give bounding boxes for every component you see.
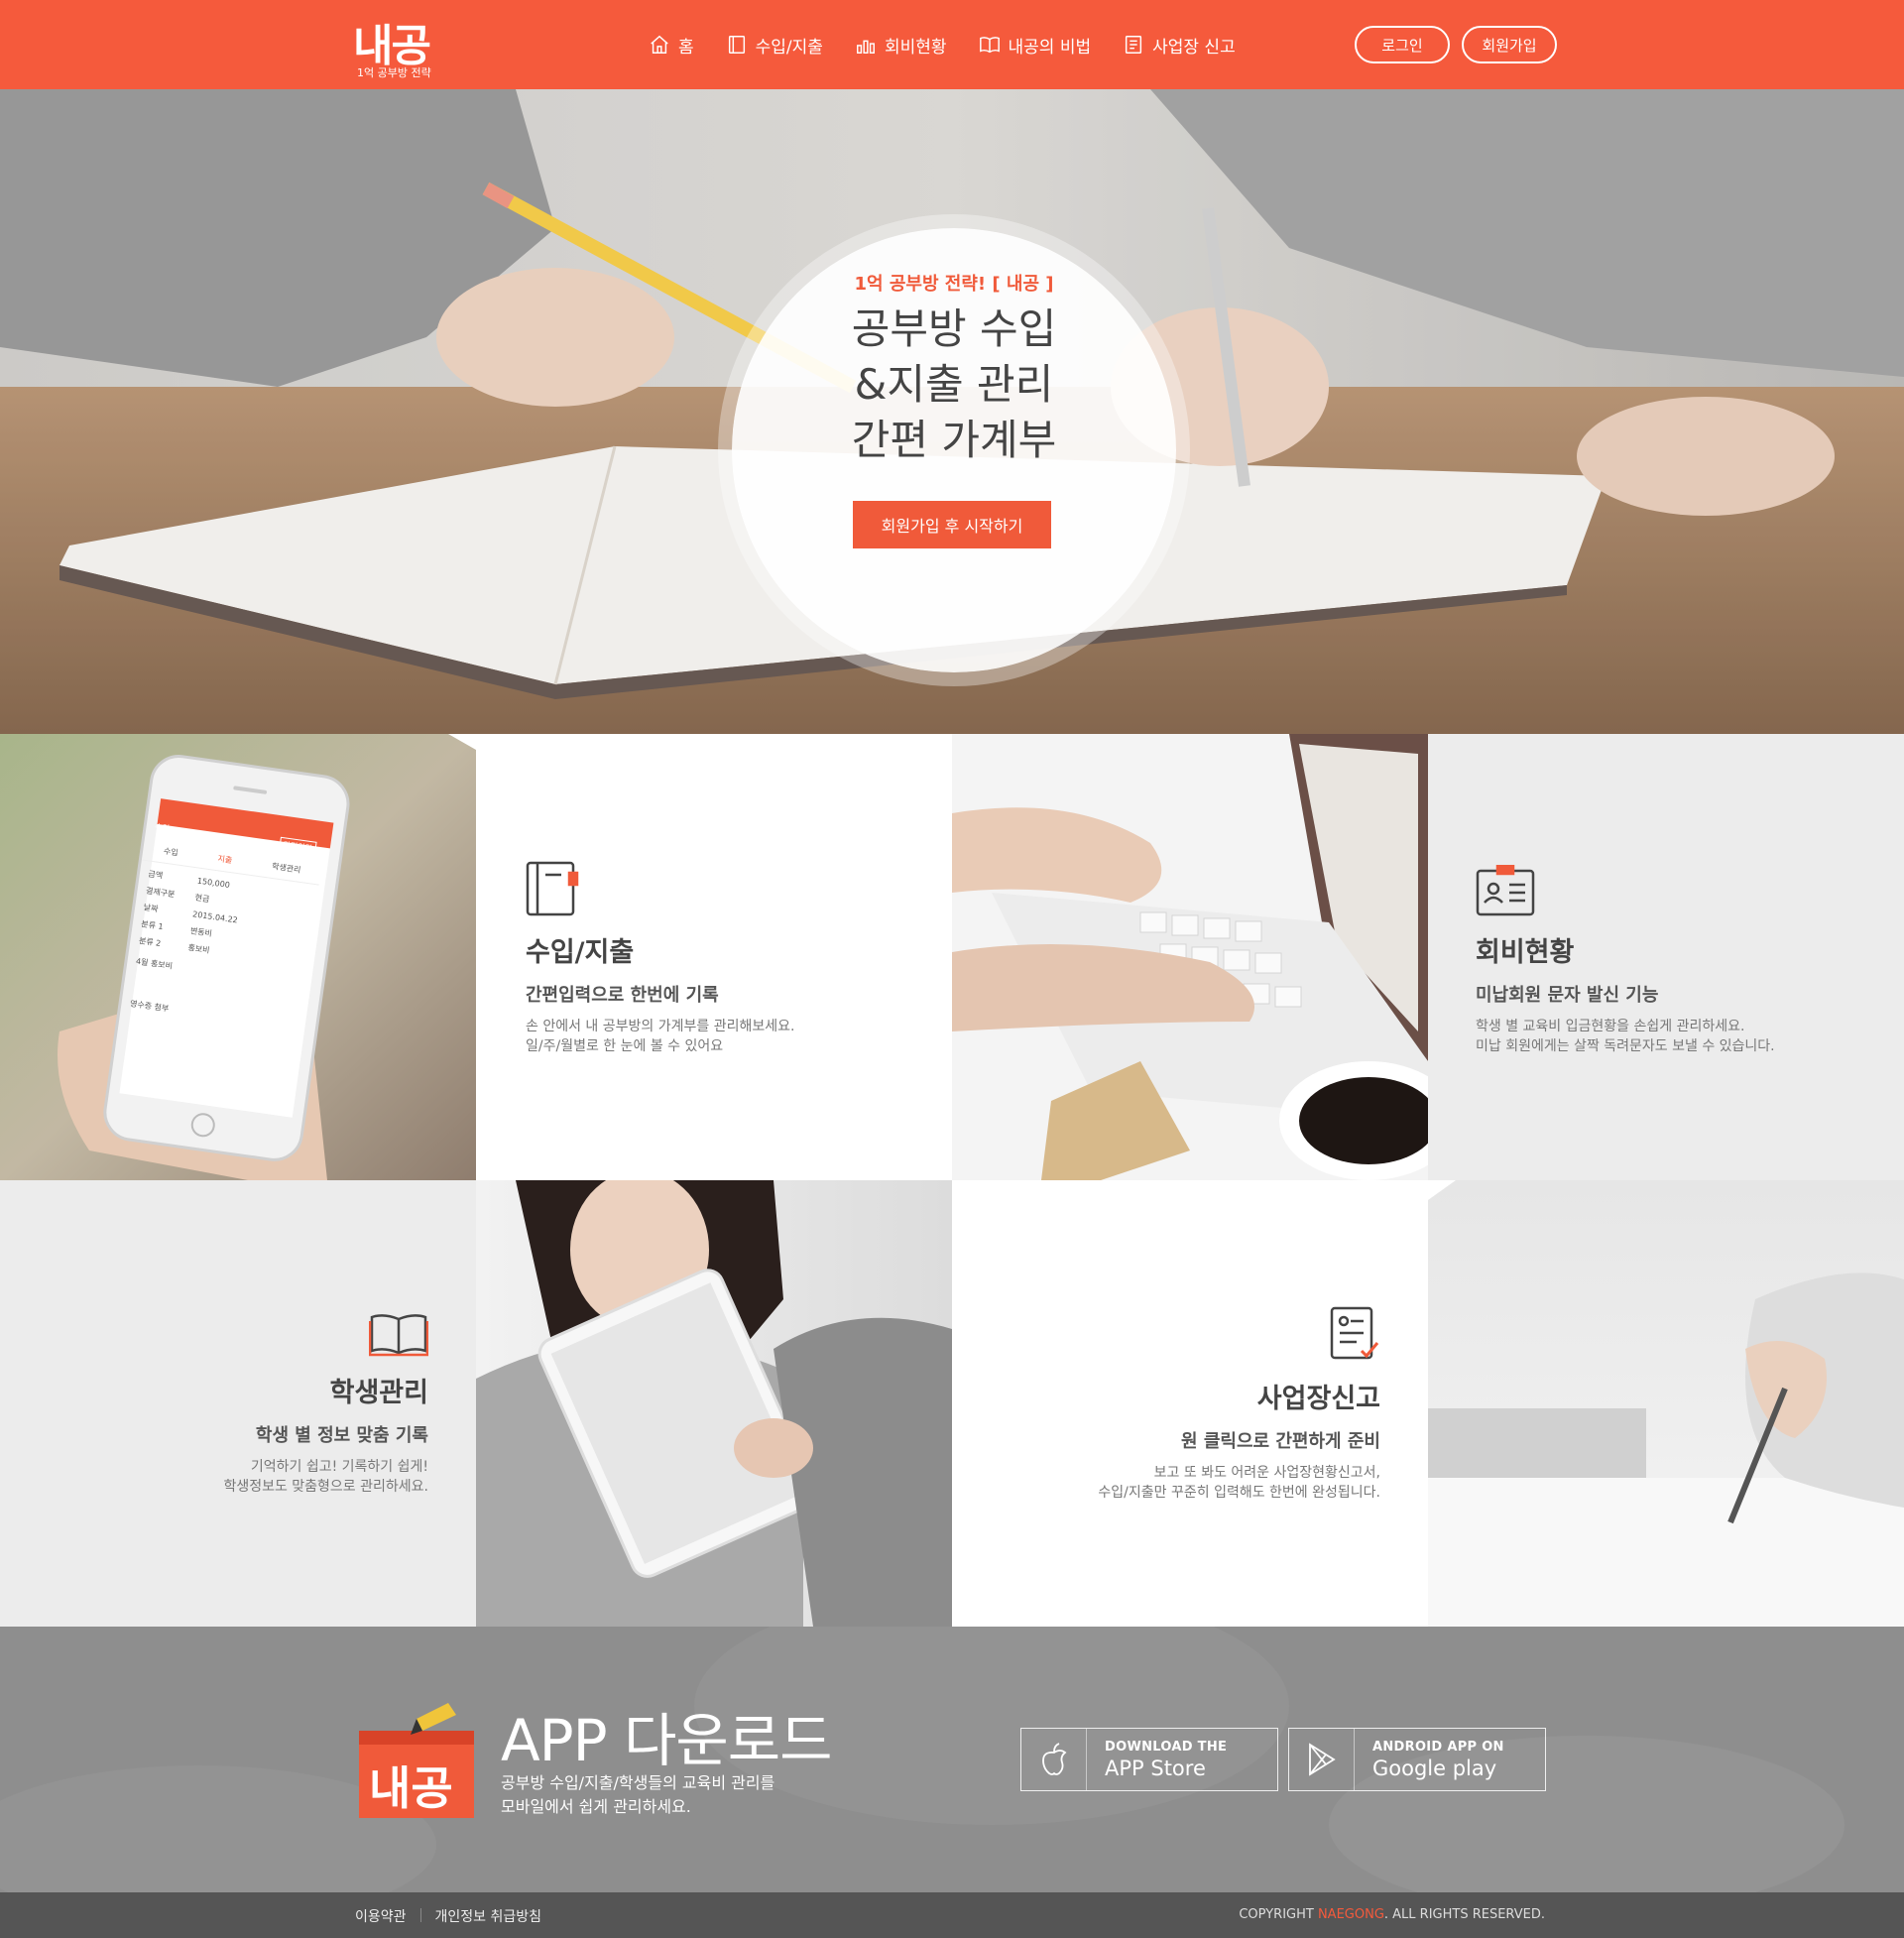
phone-header-button: 간편입력 (278, 836, 317, 857)
nav-label: 홈 (678, 37, 694, 58)
phone-header-title: 수입 (154, 821, 171, 833)
nav-label: 사업장 신고 (1152, 37, 1236, 58)
google-play-button[interactable]: ANDROID APP ON Google play (1288, 1728, 1546, 1791)
ledger-icon (526, 861, 794, 916)
phone-app-photo: 수입 간편입력 수입 지출 학생관리 금액150,000 결제구분 현금 날짜20… (0, 734, 476, 1180)
feature-subtitle: 미납회원 문자 발신 기능 (1476, 985, 1659, 1006)
feature-desc-line: 학생정보도 맞춤형으로 관리하세요. (223, 1479, 428, 1495)
copyright: COPYRIGHT NAEGONG. ALL RIGHTS RESERVED. (1239, 1907, 1545, 1922)
feature-title: 수입/지출 (526, 937, 635, 968)
app-description: 공부방 수입/지출/학생들의 교육비 관리를 모바일에서 쉽게 관리하세요. (501, 1771, 774, 1819)
apple-icon (1021, 1729, 1087, 1790)
hero-title-line-3: 간편 가계부 (851, 416, 1057, 464)
app-logo: 내공 (357, 1701, 476, 1820)
feature-desc-line: 보고 또 봐도 어려운 사업장현황신고서, (1153, 1465, 1380, 1481)
id-card-icon (1476, 865, 1775, 916)
phone-tab: 지출 (216, 854, 233, 866)
laptop-photo (952, 734, 1428, 1180)
signup-start-button[interactable]: 회원가입 후 시작하기 (853, 501, 1051, 548)
bar-chart-icon (856, 40, 875, 54)
nav-label: 내공의 비법 (1008, 37, 1092, 58)
nav-item-income-expense[interactable]: 수입/지출 (726, 30, 823, 60)
footer-divider (419, 1908, 421, 1922)
footer-links: 이용약관 개인정보 취급방침 (355, 1906, 541, 1926)
writing-photo (1428, 1180, 1904, 1627)
feature-subtitle: 원 클릭으로 간편하게 준비 (1181, 1431, 1380, 1452)
ledger-icon (728, 36, 745, 54)
hero-title-line-1: 공부방 수입 (851, 304, 1057, 353)
nav-item-business-report[interactable]: 사업장 신고 (1123, 30, 1236, 60)
app-download-title: APP 다운로드 (501, 1707, 833, 1774)
app-bg-pattern (0, 1627, 1844, 1892)
home-icon (651, 35, 668, 54)
feature-business-report: 사업장신고 원 클릭으로 간편하게 준비 보고 또 봐도 어려운 사업장현황신고… (952, 1180, 1428, 1627)
feature-desc-line: 일/주/월별로 한 눈에 볼 수 있어요 (526, 1038, 724, 1054)
feature-subtitle: 간편입력으로 한번에 기록 (526, 985, 719, 1006)
phone-tab: 학생관리 (271, 861, 301, 875)
feature-income-expense: 수입/지출 간편입력으로 한번에 기록 손 안에서 내 공부방의 가계부를 관리… (476, 734, 952, 1180)
feature-description: 손 안에서 내 공부방의 가계부를 관리해보세요. 일/주/월별로 한 눈에 볼… (526, 1017, 794, 1056)
copyright-suffix: . ALL RIGHTS RESERVED. (1383, 1907, 1545, 1922)
nav-item-home[interactable]: 홈 (649, 30, 694, 60)
phone-row-value: 홍보비 (186, 942, 211, 955)
feature-title: 사업장신고 (1256, 1384, 1380, 1414)
google-play-big-label: Google play (1372, 1756, 1497, 1780)
app-logo-text: 내공 (369, 1761, 453, 1815)
nav-item-fees[interactable]: 회비현황 (855, 30, 947, 60)
hero-tagline: 1억 공부방 전략! [ 내공 ] (854, 274, 1054, 295)
phone-form: 금액150,000 결제구분 현금 날짜2015.04.22 분류 1변동비 분류… (120, 861, 318, 1040)
app-store-button[interactable]: DOWNLOAD THE APP Store (1020, 1728, 1278, 1791)
app-download-section: 내공 APP 다운로드 공부방 수입/지출/학생들의 교육비 관리를 모바일에서… (0, 1627, 1904, 1892)
feature-desc-line: 기억하기 쉽고! 기록하기 쉽게! (250, 1459, 428, 1475)
auth-buttons: 로그인 회원가입 (1355, 26, 1557, 63)
copyright-brand: NAEGONG (1317, 1907, 1384, 1922)
google-play-text: ANDROID APP ON Google play (1355, 1740, 1504, 1780)
nav-label: 수입/지출 (755, 37, 823, 58)
top-header: 내공 1억 공부방 전략 홈 수입/지출 회비현황 내공의 비법 사업장 신고 … (0, 0, 1904, 89)
checklist-icon (984, 1305, 1380, 1363)
footer: 이용약관 개인정보 취급방침 COPYRIGHT NAEGONG. ALL RI… (0, 1892, 1904, 1938)
hero-title: 공부방 수입 &지출 관리 간편 가계부 (732, 302, 1176, 468)
feature-fee-status: 회비현황 미납회원 문자 발신 기능 학생 별 교육비 입금현황을 손쉽게 관리… (1428, 734, 1904, 1180)
logo-tagline: 1억 공부방 전략 (357, 66, 431, 79)
main-nav: 홈 수입/지출 회비현황 내공의 비법 사업장 신고 (649, 30, 1267, 60)
terms-link[interactable]: 이용약관 (355, 1906, 407, 1926)
feature-description: 학생 별 교육비 입금현황을 손쉽게 관리하세요. 미납 회원에게는 살짝 독려… (1476, 1017, 1775, 1056)
feature-desc-line: 학생 별 교육비 입금현황을 손쉽게 관리하세요. (1476, 1019, 1745, 1034)
feature-title: 회비현황 (1476, 937, 1575, 968)
copyright-prefix: COPYRIGHT (1239, 1907, 1318, 1922)
login-button[interactable]: 로그인 (1355, 26, 1450, 63)
feature-desc-line: 손 안에서 내 공부방의 가계부를 관리해보세요. (526, 1019, 795, 1034)
nav-label: 회비현황 (884, 37, 947, 58)
hero-banner: 1억 공부방 전략! [ 내공 ] 공부방 수입 &지출 관리 간편 가계부 회… (0, 89, 1904, 734)
book-icon (979, 37, 1000, 54)
app-desc-line: 공부방 수입/지출/학생들의 교육비 관리를 (501, 1773, 775, 1792)
logo[interactable]: 내공 1억 공부방 전략 (353, 10, 442, 79)
app-store-text: DOWNLOAD THE APP Store (1087, 1740, 1227, 1780)
google-play-small-label: ANDROID APP ON (1372, 1739, 1504, 1755)
phone-row-value: 150,000 (196, 876, 231, 891)
app-desc-line: 모바일에서 쉽게 관리하세요. (501, 1797, 691, 1816)
app-store-small-label: DOWNLOAD THE (1105, 1739, 1228, 1755)
tablet-photo (476, 1180, 952, 1627)
feature-description: 기억하기 쉽고! 기록하기 쉽게! 학생정보도 맞춤형으로 관리하세요. (71, 1457, 428, 1497)
phone-row-value: 변동비 (189, 926, 213, 939)
phone-row-value: 현금 (194, 893, 210, 905)
phone-screen: 수입 간편입력 수입 지출 학생관리 금액150,000 결제구분 현금 날짜20… (120, 813, 325, 1039)
open-book-icon (71, 1311, 428, 1357)
feature-student-management: 학생관리 학생 별 정보 맞춤 기록 기억하기 쉽고! 기록하기 쉽게! 학생정… (0, 1180, 476, 1627)
feature-description: 보고 또 봐도 어려운 사업장현황신고서, 수입/지출만 꾸준히 입력해도 한번… (984, 1463, 1380, 1503)
app-store-big-label: APP Store (1105, 1756, 1206, 1780)
document-icon (1126, 36, 1142, 54)
feature-desc-line: 미납 회원에게는 살짝 독려문자도 보낼 수 있습니다. (1476, 1038, 1775, 1054)
phone-tab: 수입 (163, 846, 179, 858)
feature-title: 학생관리 (329, 1378, 428, 1408)
privacy-link[interactable]: 개인정보 취급방침 (435, 1906, 542, 1926)
hero-title-line-2: &지출 관리 (854, 360, 1054, 409)
feature-desc-line: 수입/지출만 꾸준히 입력해도 한번에 완성됩니다. (1098, 1485, 1380, 1501)
play-store-icon (1289, 1729, 1355, 1790)
feature-subtitle: 학생 별 정보 맞춤 기록 (255, 1425, 428, 1446)
nav-item-secrets[interactable]: 내공의 비법 (979, 30, 1092, 60)
signup-button[interactable]: 회원가입 (1462, 26, 1557, 63)
